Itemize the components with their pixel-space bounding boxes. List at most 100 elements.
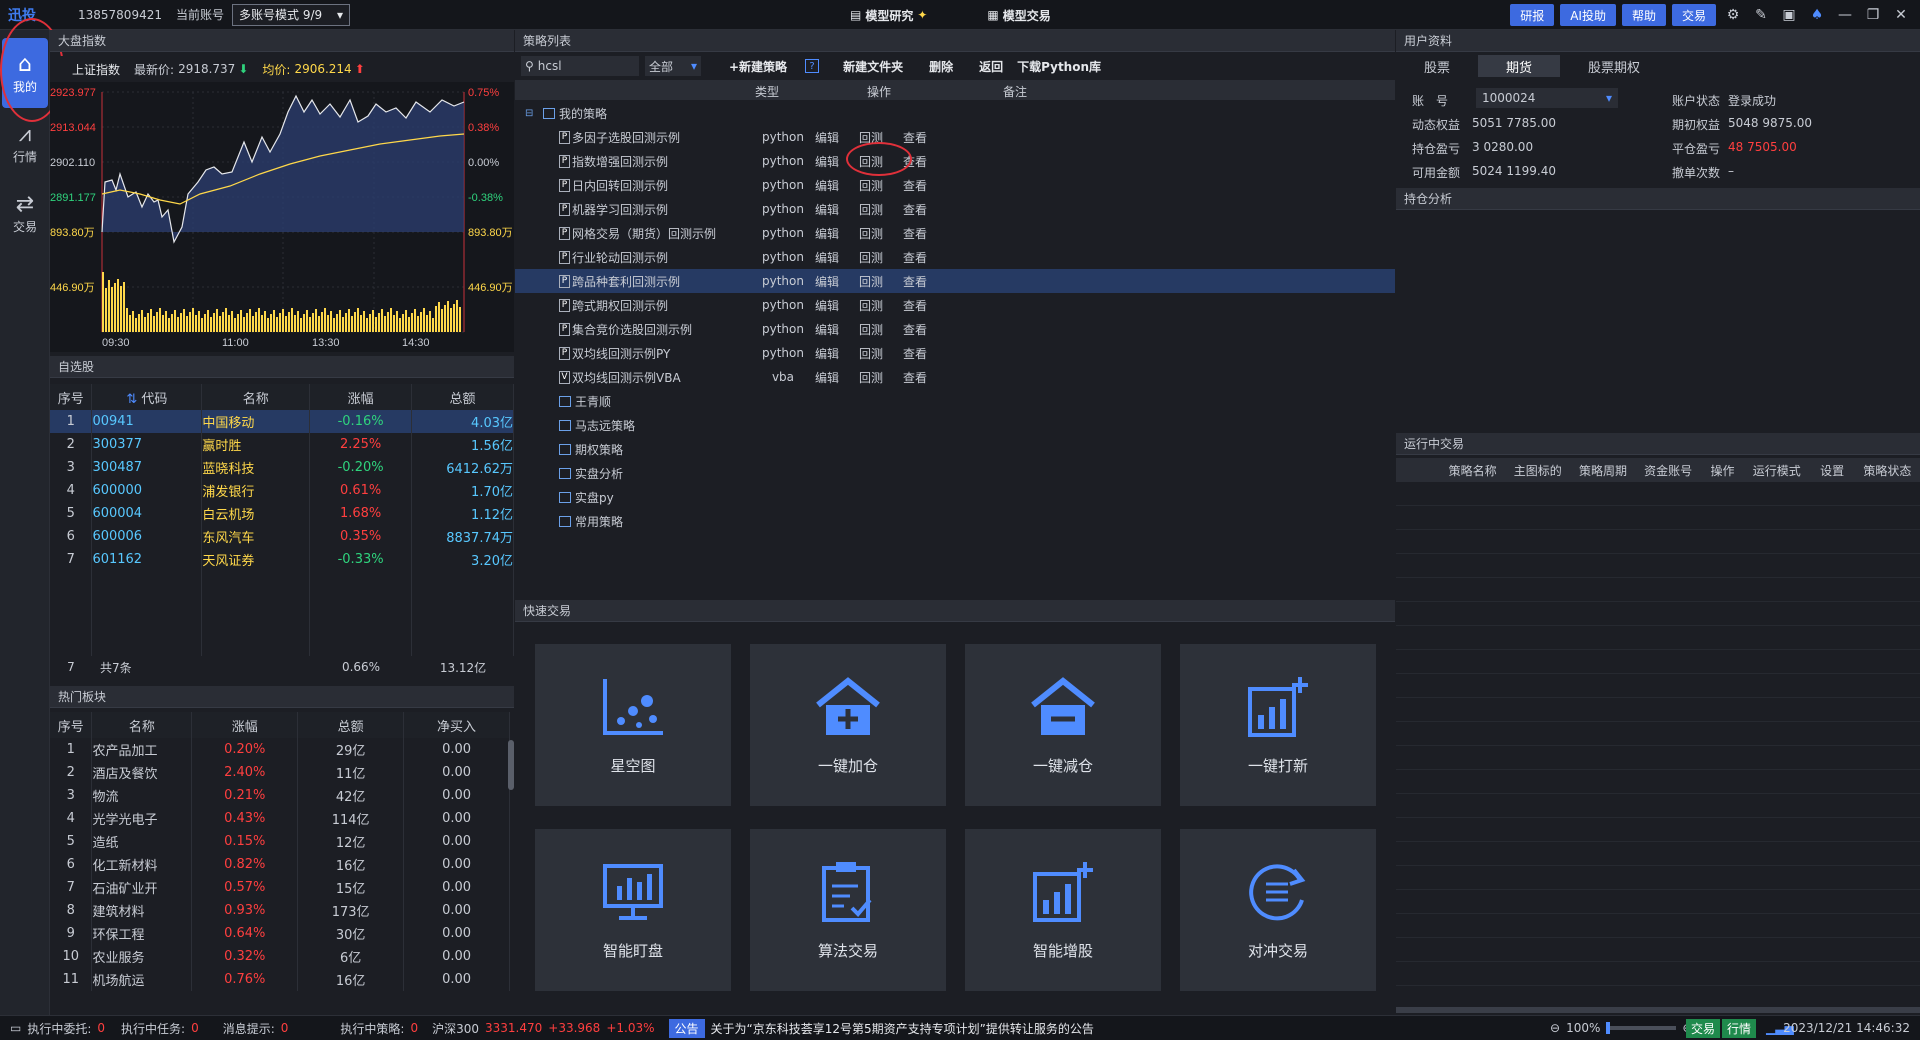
edit-link[interactable]: 编辑: [815, 249, 839, 266]
col-header[interactable]: 涨幅: [191, 712, 299, 738]
strategy-folder-row[interactable]: 实盘分析: [515, 461, 1395, 485]
running-col-header[interactable]: 设置: [1809, 462, 1854, 479]
backtest-link[interactable]: 回测: [859, 177, 883, 194]
minimize-icon[interactable]: —: [1834, 7, 1856, 23]
tile-smart-add[interactable]: 智能增股: [965, 829, 1161, 991]
table-row[interactable]: 11 机场航运 0.76% 16亿 0.00: [50, 968, 510, 991]
col-header[interactable]: 序号: [50, 712, 93, 738]
strategy-folder-row[interactable]: 常用策略: [515, 509, 1395, 533]
backtest-link[interactable]: 回测: [859, 249, 883, 266]
col-header[interactable]: 名称: [201, 384, 311, 410]
layout-icon[interactable]: ▣: [1778, 7, 1800, 23]
new-strategy-button[interactable]: +新建策略: [729, 58, 787, 75]
running-trades-scrollbar[interactable]: [1396, 1007, 1920, 1013]
strategy-folder-row[interactable]: 实盘py: [515, 485, 1395, 509]
strategy-filter-select[interactable]: 全部 ▾: [645, 56, 701, 76]
col-header[interactable]: 总额: [411, 384, 514, 410]
running-col-header[interactable]: 策略名称: [1440, 462, 1505, 479]
edit-link[interactable]: 编辑: [815, 369, 839, 386]
view-link[interactable]: 查看: [903, 225, 927, 242]
strategy-row[interactable]: P 机器学习回测示例 python 编辑 回测 查看: [515, 197, 1395, 221]
table-row[interactable]: 10 农业服务 0.32% 6亿 0.00: [50, 945, 510, 968]
tab-model-trade[interactable]: ▦ 模型交易: [987, 7, 1050, 24]
zoom-out-icon[interactable]: ⊖: [1550, 1021, 1560, 1035]
account-mode-select[interactable]: 多账号模式 9/9 ▾: [232, 3, 350, 26]
tab-stock[interactable]: 股票: [1396, 55, 1478, 77]
back-button[interactable]: 返回: [979, 58, 1003, 75]
backtest-link[interactable]: 回测: [859, 297, 883, 314]
col-header[interactable]: ⇅ 代码: [91, 384, 203, 410]
table-row[interactable]: 4 600000 浦发银行 0.61% 1.70亿: [50, 479, 514, 502]
running-col-header[interactable]: 主图标的: [1505, 462, 1570, 479]
view-link[interactable]: 查看: [903, 273, 927, 290]
backtest-link[interactable]: 回测: [859, 321, 883, 338]
strategy-row[interactable]: P 行业轮动回测示例 python 编辑 回测 查看: [515, 245, 1395, 269]
table-row[interactable]: 2 300377 赢时胜 2.25% 1.56亿: [50, 433, 514, 456]
new-folder-button[interactable]: 新建文件夹: [843, 58, 903, 75]
table-row[interactable]: 1 农产品加工 0.20% 29亿 0.00: [50, 738, 510, 761]
strategy-row[interactable]: P 网格交易（期货）回测示例 python 编辑 回测 查看: [515, 221, 1395, 245]
zoom-slider[interactable]: [1606, 1022, 1677, 1034]
shirt-icon[interactable]: ♠: [1806, 7, 1828, 23]
strategy-row[interactable]: P 指数增强回测示例 python 编辑 回测 查看: [515, 149, 1395, 173]
sidebar-item-trade[interactable]: ⇄ 交易: [0, 178, 50, 248]
table-row[interactable]: 8 建筑材料 0.93% 173亿 0.00: [50, 899, 510, 922]
table-row[interactable]: 4 光学光电子 0.43% 114亿 0.00: [50, 807, 510, 830]
tile-reduce-position[interactable]: 一键减仓: [965, 644, 1161, 806]
gear-icon[interactable]: ⚙: [1722, 7, 1744, 23]
col-header[interactable]: 涨幅: [309, 384, 413, 410]
view-link[interactable]: 查看: [903, 297, 927, 314]
view-link[interactable]: 查看: [903, 177, 927, 194]
backtest-link[interactable]: 回测: [859, 345, 883, 362]
table-row[interactable]: 2 酒店及餐饮 2.40% 11亿 0.00: [50, 761, 510, 784]
tile-star-map[interactable]: 星空图: [535, 644, 731, 806]
table-row[interactable]: 7 石油矿业开 0.57% 15亿 0.00: [50, 876, 510, 899]
tab-model-research[interactable]: ▤ 模型研究 ✦: [850, 7, 927, 24]
notice-tag[interactable]: 公告: [668, 1018, 705, 1038]
edit-link[interactable]: 编辑: [815, 201, 839, 218]
col-header[interactable]: 名称: [91, 712, 193, 738]
view-link[interactable]: 查看: [903, 249, 927, 266]
edit-link[interactable]: 编辑: [815, 153, 839, 170]
strategy-search[interactable]: ⚲ hcsl: [521, 56, 639, 76]
tile-add-position[interactable]: 一键加仓: [750, 644, 946, 806]
running-col-header[interactable]: 策略周期: [1570, 462, 1635, 479]
view-link[interactable]: 查看: [903, 321, 927, 338]
backtest-link[interactable]: 回测: [859, 225, 883, 242]
backtest-link[interactable]: 回测: [859, 369, 883, 386]
col-header[interactable]: 序号: [50, 384, 93, 410]
table-row[interactable]: 6 化工新材料 0.82% 16亿 0.00: [50, 853, 510, 876]
edit-link[interactable]: 编辑: [815, 225, 839, 242]
col-header[interactable]: 总额: [297, 712, 405, 738]
hot-sectors-scrollbar[interactable]: [508, 740, 514, 790]
help-button[interactable]: 帮助: [1621, 4, 1666, 26]
tile-hedge-trade[interactable]: 对冲交易: [1180, 829, 1376, 991]
running-col-header[interactable]: 操作: [1701, 462, 1744, 479]
strategy-row[interactable]: P 多因子选股回测示例 python 编辑 回测 查看: [515, 125, 1395, 149]
view-link[interactable]: 查看: [903, 345, 927, 362]
strategy-row[interactable]: V 双均线回测示例VBA vba 编辑 回测 查看: [515, 365, 1395, 389]
backtest-link[interactable]: 回测: [859, 201, 883, 218]
tile-algo-trade[interactable]: 算法交易: [750, 829, 946, 991]
strategy-row[interactable]: P 跨品种套利回测示例 python 编辑 回测 查看: [515, 269, 1395, 293]
edit-link[interactable]: 编辑: [815, 297, 839, 314]
running-col-header[interactable]: 资金账号: [1636, 462, 1701, 479]
strategy-row[interactable]: P 集合竞价选股回测示例 python 编辑 回测 查看: [515, 317, 1395, 341]
index-chart[interactable]: 2923.977 2913.044 2902.110 2891.177 893.…: [50, 82, 514, 352]
edit-link[interactable]: 编辑: [815, 129, 839, 146]
close-icon[interactable]: ✕: [1890, 7, 1912, 23]
edit-link[interactable]: 编辑: [815, 177, 839, 194]
status-market-button[interactable]: 行情: [1722, 1018, 1757, 1038]
tab-futures[interactable]: 期货: [1478, 55, 1561, 77]
zoom-slider-handle[interactable]: [1606, 1022, 1611, 1034]
tab-stock-options[interactable]: 股票期权: [1560, 55, 1668, 77]
strategy-folder-row[interactable]: 期权策略: [515, 437, 1395, 461]
download-python-lib-button[interactable]: 下载Python库: [1017, 58, 1101, 75]
strategy-row[interactable]: P 双均线回测示例PY python 编辑 回测 查看: [515, 341, 1395, 365]
edit-icon[interactable]: ✎: [1750, 7, 1772, 23]
yanbao-button[interactable]: 研报: [1510, 4, 1555, 26]
strategy-folder-row[interactable]: 王青顺: [515, 389, 1395, 413]
account-select[interactable]: 1000024 ▾: [1476, 88, 1618, 108]
table-row[interactable]: 3 物流 0.21% 42亿 0.00: [50, 784, 510, 807]
tile-smart-watch[interactable]: 智能盯盘: [535, 829, 731, 991]
